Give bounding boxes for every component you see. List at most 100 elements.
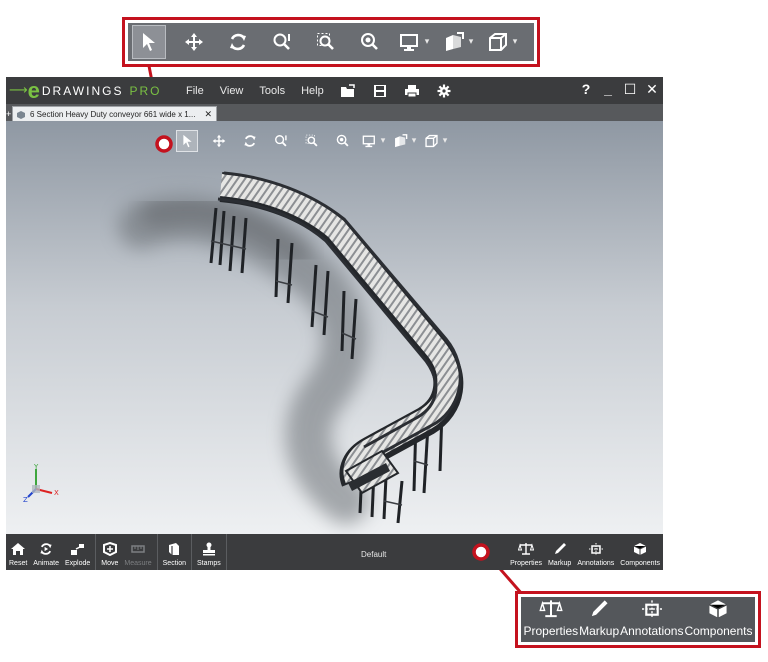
view-select-button[interactable]	[176, 130, 198, 152]
part-document-icon	[17, 110, 25, 119]
minimize-button[interactable]: _	[597, 81, 619, 97]
annotations-label: Annotations	[577, 560, 615, 567]
pan-button[interactable]	[172, 25, 216, 59]
callout-markup-button[interactable]: Markup	[579, 599, 619, 638]
view-orientation-small-button[interactable]: ▾	[389, 130, 420, 152]
logo-pro: PRO	[129, 83, 162, 98]
logo-e-mark: e	[27, 77, 40, 103]
view-zoom-button[interactable]	[327, 130, 358, 152]
bottom-toolbar-right: Properties Markup Annotations Components	[507, 534, 663, 570]
section-icon	[169, 543, 180, 555]
dropdown-caret: ▾	[411, 136, 417, 146]
menu-file[interactable]: File	[178, 85, 212, 97]
zoom-to-area-icon	[305, 134, 318, 147]
view-orientation-button[interactable]: ▾	[436, 25, 480, 59]
view-rotate-button[interactable]	[234, 130, 265, 152]
display-style-icon	[399, 34, 418, 51]
save-icon	[373, 84, 386, 97]
rotate-button[interactable]	[216, 25, 260, 59]
help-button[interactable]: ?	[575, 81, 597, 97]
pencil-icon	[554, 543, 566, 554]
select-arrow-icon	[182, 134, 192, 148]
menu-view[interactable]: View	[212, 85, 252, 97]
zoom-to-area-icon	[317, 33, 334, 50]
print-button[interactable]	[396, 77, 428, 104]
toolbar-callout: ▾ ▾ ▾	[122, 17, 540, 67]
select-button[interactable]	[132, 25, 166, 59]
rotate-icon	[230, 33, 246, 51]
display-style-button[interactable]: ▾	[392, 25, 436, 59]
rotate-icon	[243, 135, 256, 147]
view-display-style-button[interactable]: ▾	[358, 130, 389, 152]
measure-button[interactable]: Measure	[121, 534, 154, 570]
document-tab[interactable]: 6 Section Heavy Duty conveyor 661 wide x…	[12, 106, 217, 121]
explode-button[interactable]: Explode	[62, 534, 93, 570]
3d-viewport[interactable]: Y X Z ▾ ▾ ▾	[6, 121, 663, 534]
components-icon	[633, 543, 647, 555]
view-zoom-to-fit-button[interactable]	[265, 130, 296, 152]
toolbar-separator	[225, 534, 227, 570]
markup-label: Markup	[547, 560, 572, 567]
move-label: Move	[101, 560, 119, 567]
dropdown-caret: ▾	[512, 37, 518, 47]
callout-markup-label: Markup	[579, 624, 620, 638]
view-zoom-to-area-button[interactable]	[296, 130, 327, 152]
callout-properties-button[interactable]: Properties	[523, 599, 578, 638]
stamps-button[interactable]: Stamps	[194, 534, 224, 570]
callout-annotations-button[interactable]: Annotations	[620, 599, 683, 638]
callout-components-button[interactable]: Components	[684, 599, 752, 638]
open-folder-icon	[340, 83, 355, 97]
cube-icon	[425, 134, 438, 148]
animate-label: Animate	[33, 560, 59, 567]
display-style-icon	[362, 135, 375, 148]
panel-buttons-callout: Properties Markup Annotations Components	[515, 591, 761, 648]
dropdown-caret: ▾	[380, 136, 386, 146]
document-tab-title: 6 Section Heavy Duty conveyor 661 wide x…	[30, 109, 196, 119]
cube-icon	[488, 33, 507, 51]
zoom-icon	[336, 134, 349, 147]
select-arrow-icon	[143, 33, 155, 51]
toolbar-separator	[191, 534, 192, 570]
zoom-button[interactable]	[348, 25, 392, 59]
view-pan-button[interactable]	[203, 130, 234, 152]
annotation-icon	[641, 600, 662, 618]
view-cube-button[interactable]: ▾	[420, 130, 451, 152]
configuration-name[interactable]: Default	[361, 550, 386, 559]
move-button[interactable]: Move	[98, 534, 121, 570]
animate-button[interactable]: Animate	[30, 534, 62, 570]
properties-button[interactable]: Properties	[507, 534, 545, 570]
properties-label: Properties	[510, 560, 542, 567]
settings-button[interactable]	[428, 77, 460, 104]
dropdown-caret: ▾	[424, 37, 430, 47]
markup-button[interactable]: Markup	[545, 534, 574, 570]
window-controls: ? _ ☐ ✕	[575, 77, 663, 101]
components-button[interactable]: Components	[617, 534, 663, 570]
svg-text:Z: Z	[23, 496, 28, 503]
toolbar-callout-inner: ▾ ▾ ▾	[128, 23, 534, 61]
section-button[interactable]: Section	[160, 534, 189, 570]
reset-button[interactable]: Reset	[6, 534, 30, 570]
save-button[interactable]	[364, 77, 396, 104]
bottom-toolbar: Reset Animate Explode Move Measure Secti…	[6, 534, 663, 570]
explode-icon	[70, 544, 84, 555]
maximize-button[interactable]: ☐	[619, 81, 641, 98]
title-bar: ⟶ e DRAWINGS PRO File View Tools Help ? …	[6, 77, 663, 104]
components-label: Components	[620, 560, 660, 567]
toolbar-separator	[156, 534, 158, 570]
axis-triad-icon: Y X Z	[23, 463, 59, 503]
annotations-button[interactable]: Annotations	[574, 534, 617, 570]
callout-properties-label: Properties	[523, 624, 579, 638]
logo-word: DRAWINGS	[41, 83, 124, 98]
menu-tools[interactable]: Tools	[251, 85, 293, 97]
cube-button[interactable]: ▾	[480, 25, 524, 59]
menu-help[interactable]: Help	[293, 85, 332, 97]
zoom-to-fit-button[interactable]	[260, 25, 304, 59]
tab-close-button[interactable]: ✕	[204, 109, 212, 120]
close-button[interactable]: ✕	[641, 81, 663, 98]
callout-marker	[472, 543, 490, 561]
open-button[interactable]	[332, 77, 364, 104]
home-icon	[11, 543, 26, 555]
explode-label: Explode	[64, 560, 91, 567]
zoom-to-area-button[interactable]	[304, 25, 348, 59]
pencil-icon	[591, 600, 608, 617]
